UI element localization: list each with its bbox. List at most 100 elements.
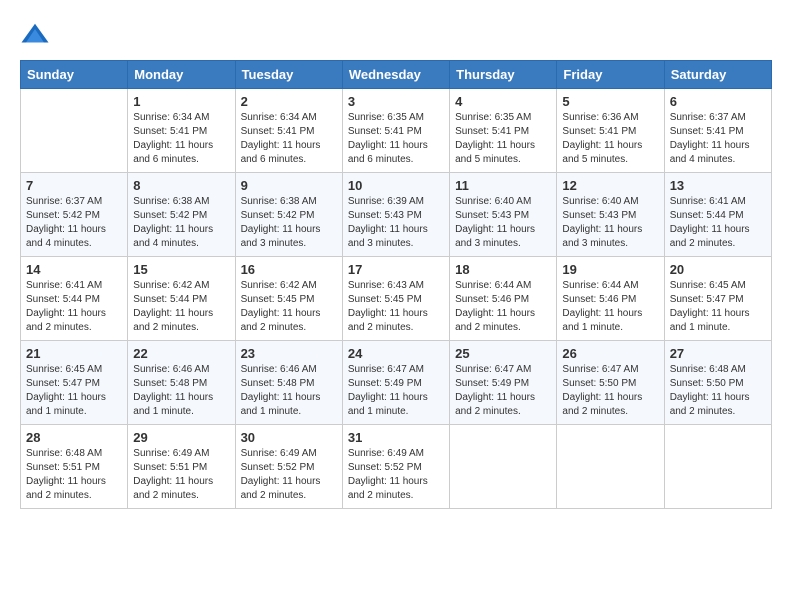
day-info: Sunrise: 6:49 AM Sunset: 5:52 PM Dayligh… xyxy=(241,447,337,503)
calendar-cell: 13 Sunrise: 6:41 AM Sunset: 5:44 PM Dayli… xyxy=(664,173,771,257)
day-number: 14 xyxy=(26,262,122,277)
day-number: 28 xyxy=(26,430,122,445)
calendar-cell xyxy=(557,425,664,509)
day-info: Sunrise: 6:36 AM Sunset: 5:41 PM Dayligh… xyxy=(562,111,658,167)
calendar-week-row: 14 Sunrise: 6:41 AM Sunset: 5:44 PM Dayli… xyxy=(21,257,772,341)
day-info: Sunrise: 6:39 AM Sunset: 5:43 PM Dayligh… xyxy=(348,195,444,251)
day-number: 4 xyxy=(455,94,551,109)
day-info: Sunrise: 6:34 AM Sunset: 5:41 PM Dayligh… xyxy=(133,111,229,167)
calendar-cell: 10Sunrise: 6:39 AM Sunset: 5:43 PM Dayli… xyxy=(342,173,449,257)
day-info: Sunrise: 6:47 AM Sunset: 5:49 PM Dayligh… xyxy=(455,363,551,419)
day-number: 5 xyxy=(562,94,658,109)
calendar-cell xyxy=(664,425,771,509)
day-info: Sunrise: 6:47 AM Sunset: 5:49 PM Dayligh… xyxy=(348,363,444,419)
day-number: 20 xyxy=(670,262,766,277)
day-info: Sunrise: 6:40 AM Sunset: 5:43 PM Dayligh… xyxy=(562,195,658,251)
calendar-cell: 1 Sunrise: 6:34 AM Sunset: 5:41 PM Daylig… xyxy=(128,89,235,173)
calendar-cell: 6 Sunrise: 6:37 AM Sunset: 5:41 PM Daylig… xyxy=(664,89,771,173)
day-info: Sunrise: 6:41 AM Sunset: 5:44 PM Dayligh… xyxy=(670,195,766,251)
day-number: 11 xyxy=(455,178,551,193)
page-header xyxy=(20,20,772,50)
day-info: Sunrise: 6:45 AM Sunset: 5:47 PM Dayligh… xyxy=(670,279,766,335)
calendar-cell: 19 Sunrise: 6:44 AM Sunset: 5:46 PM Dayli… xyxy=(557,257,664,341)
day-number: 19 xyxy=(562,262,658,277)
day-number: 29 xyxy=(133,430,229,445)
calendar-cell xyxy=(450,425,557,509)
calendar-cell: 21Sunrise: 6:45 AM Sunset: 5:47 PM Dayli… xyxy=(21,341,128,425)
calendar-cell: 22Sunrise: 6:46 AM Sunset: 5:48 PM Dayli… xyxy=(128,341,235,425)
calendar-cell: 3 Sunrise: 6:35 AM Sunset: 5:41 PM Daylig… xyxy=(342,89,449,173)
day-info: Sunrise: 6:49 AM Sunset: 5:52 PM Dayligh… xyxy=(348,447,444,503)
logo-icon xyxy=(20,20,50,50)
calendar-cell: 15 Sunrise: 6:42 AM Sunset: 5:44 PM Dayli… xyxy=(128,257,235,341)
day-info: Sunrise: 6:42 AM Sunset: 5:44 PM Dayligh… xyxy=(133,279,229,335)
calendar-cell: 30 Sunrise: 6:49 AM Sunset: 5:52 PM Dayli… xyxy=(235,425,342,509)
calendar-cell: 17Sunrise: 6:43 AM Sunset: 5:45 PM Dayli… xyxy=(342,257,449,341)
day-info: Sunrise: 6:46 AM Sunset: 5:48 PM Dayligh… xyxy=(241,363,337,419)
day-number: 2 xyxy=(241,94,337,109)
weekday-header: Saturday xyxy=(664,61,771,89)
day-info: Sunrise: 6:38 AM Sunset: 5:42 PM Dayligh… xyxy=(241,195,337,251)
calendar-week-row: 28Sunrise: 6:48 AM Sunset: 5:51 PM Dayli… xyxy=(21,425,772,509)
day-number: 25 xyxy=(455,346,551,361)
day-info: Sunrise: 6:37 AM Sunset: 5:42 PM Dayligh… xyxy=(26,195,122,251)
calendar-cell: 25 Sunrise: 6:47 AM Sunset: 5:49 PM Dayli… xyxy=(450,341,557,425)
day-number: 23 xyxy=(241,346,337,361)
weekday-header: Tuesday xyxy=(235,61,342,89)
day-number: 24 xyxy=(348,346,444,361)
day-number: 31 xyxy=(348,430,444,445)
day-info: Sunrise: 6:35 AM Sunset: 5:41 PM Dayligh… xyxy=(348,111,444,167)
logo xyxy=(20,20,52,50)
day-number: 1 xyxy=(133,94,229,109)
calendar-cell: 20 Sunrise: 6:45 AM Sunset: 5:47 PM Dayli… xyxy=(664,257,771,341)
day-number: 6 xyxy=(670,94,766,109)
day-number: 12 xyxy=(562,178,658,193)
day-number: 17 xyxy=(348,262,444,277)
weekday-header: Monday xyxy=(128,61,235,89)
calendar-week-row: 7 Sunrise: 6:37 AM Sunset: 5:42 PM Daylig… xyxy=(21,173,772,257)
calendar-cell: 8Sunrise: 6:38 AM Sunset: 5:42 PM Daylig… xyxy=(128,173,235,257)
calendar-cell: 7 Sunrise: 6:37 AM Sunset: 5:42 PM Daylig… xyxy=(21,173,128,257)
day-number: 30 xyxy=(241,430,337,445)
calendar-cell: 5 Sunrise: 6:36 AM Sunset: 5:41 PM Daylig… xyxy=(557,89,664,173)
weekday-header: Friday xyxy=(557,61,664,89)
day-info: Sunrise: 6:35 AM Sunset: 5:41 PM Dayligh… xyxy=(455,111,551,167)
day-number: 9 xyxy=(241,178,337,193)
day-info: Sunrise: 6:41 AM Sunset: 5:44 PM Dayligh… xyxy=(26,279,122,335)
day-info: Sunrise: 6:42 AM Sunset: 5:45 PM Dayligh… xyxy=(241,279,337,335)
weekday-header: Wednesday xyxy=(342,61,449,89)
calendar-cell xyxy=(21,89,128,173)
day-info: Sunrise: 6:44 AM Sunset: 5:46 PM Dayligh… xyxy=(455,279,551,335)
day-number: 16 xyxy=(241,262,337,277)
day-info: Sunrise: 6:37 AM Sunset: 5:41 PM Dayligh… xyxy=(670,111,766,167)
calendar-week-row: 1 Sunrise: 6:34 AM Sunset: 5:41 PM Daylig… xyxy=(21,89,772,173)
day-info: Sunrise: 6:49 AM Sunset: 5:51 PM Dayligh… xyxy=(133,447,229,503)
weekday-header: Sunday xyxy=(21,61,128,89)
calendar-cell: 23 Sunrise: 6:46 AM Sunset: 5:48 PM Dayli… xyxy=(235,341,342,425)
calendar-cell: 16 Sunrise: 6:42 AM Sunset: 5:45 PM Dayli… xyxy=(235,257,342,341)
calendar-table: SundayMondayTuesdayWednesdayThursdayFrid… xyxy=(20,60,772,509)
calendar-week-row: 21Sunrise: 6:45 AM Sunset: 5:47 PM Dayli… xyxy=(21,341,772,425)
day-info: Sunrise: 6:45 AM Sunset: 5:47 PM Dayligh… xyxy=(26,363,122,419)
day-number: 13 xyxy=(670,178,766,193)
weekday-header: Thursday xyxy=(450,61,557,89)
day-info: Sunrise: 6:40 AM Sunset: 5:43 PM Dayligh… xyxy=(455,195,551,251)
day-number: 8 xyxy=(133,178,229,193)
day-info: Sunrise: 6:46 AM Sunset: 5:48 PM Dayligh… xyxy=(133,363,229,419)
calendar-cell: 11 Sunrise: 6:40 AM Sunset: 5:43 PM Dayli… xyxy=(450,173,557,257)
calendar-cell: 27 Sunrise: 6:48 AM Sunset: 5:50 PM Dayli… xyxy=(664,341,771,425)
calendar-cell: 29 Sunrise: 6:49 AM Sunset: 5:51 PM Dayli… xyxy=(128,425,235,509)
day-info: Sunrise: 6:48 AM Sunset: 5:50 PM Dayligh… xyxy=(670,363,766,419)
weekday-header-row: SundayMondayTuesdayWednesdayThursdayFrid… xyxy=(21,61,772,89)
day-info: Sunrise: 6:47 AM Sunset: 5:50 PM Dayligh… xyxy=(562,363,658,419)
calendar-cell: 24 Sunrise: 6:47 AM Sunset: 5:49 PM Dayli… xyxy=(342,341,449,425)
day-number: 27 xyxy=(670,346,766,361)
day-number: 15 xyxy=(133,262,229,277)
calendar-cell: 18Sunrise: 6:44 AM Sunset: 5:46 PM Dayli… xyxy=(450,257,557,341)
day-info: Sunrise: 6:34 AM Sunset: 5:41 PM Dayligh… xyxy=(241,111,337,167)
calendar-cell: 2 Sunrise: 6:34 AM Sunset: 5:41 PM Daylig… xyxy=(235,89,342,173)
day-info: Sunrise: 6:44 AM Sunset: 5:46 PM Dayligh… xyxy=(562,279,658,335)
day-number: 3 xyxy=(348,94,444,109)
day-number: 7 xyxy=(26,178,122,193)
calendar-cell: 28Sunrise: 6:48 AM Sunset: 5:51 PM Dayli… xyxy=(21,425,128,509)
